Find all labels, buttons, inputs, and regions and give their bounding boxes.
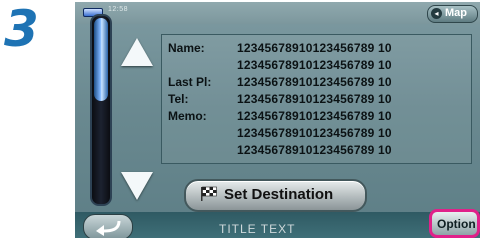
detail-value: 12345678910123456789 10 — [237, 58, 392, 72]
option-button[interactable]: Option — [429, 209, 480, 238]
step-number: 3 — [4, 0, 39, 58]
scrollbar-thumb[interactable] — [94, 18, 108, 101]
device-screen: 12:58 ◂ Map Name: 12345678910123456789 1… — [75, 2, 480, 238]
map-button[interactable]: ◂ Map — [427, 5, 478, 23]
details-panel: Name: 12345678910123456789 10 1234567891… — [161, 34, 472, 164]
clock-time: 12:58 — [108, 6, 129, 13]
option-button-label: Option — [437, 217, 476, 231]
scroll-down-arrow-icon[interactable] — [121, 172, 153, 200]
detail-value: 12345678910123456789 10 — [237, 92, 392, 106]
detail-value: 12345678910123456789 10 — [237, 41, 392, 55]
status-bar: 12:58 ◂ Map — [75, 2, 480, 24]
scrollbar[interactable] — [90, 14, 112, 206]
set-destination-button[interactable]: Set Destination — [184, 179, 367, 212]
detail-value: 12345678910123456789 10 — [237, 126, 392, 140]
detail-value: 12345678910123456789 10 — [237, 143, 392, 157]
detail-label: Name: — [168, 41, 205, 55]
back-button[interactable] — [83, 214, 133, 238]
set-destination-label: Set Destination — [224, 186, 334, 203]
detail-label: Tel: — [168, 92, 189, 106]
detail-value: 12345678910123456789 10 — [237, 109, 392, 123]
page-title: TITLE TEXT — [219, 222, 296, 236]
checkered-flag-icon — [201, 186, 217, 201]
detail-value: 12345678910123456789 10 — [237, 75, 392, 89]
return-arrow-icon — [96, 220, 121, 236]
scroll-up-arrow-icon[interactable] — [121, 38, 153, 66]
back-arrow-icon: ◂ — [431, 8, 442, 19]
detail-label: Memo: — [168, 109, 207, 123]
detail-label: Last Pl: — [168, 75, 212, 89]
map-button-label: Map — [445, 7, 467, 19]
